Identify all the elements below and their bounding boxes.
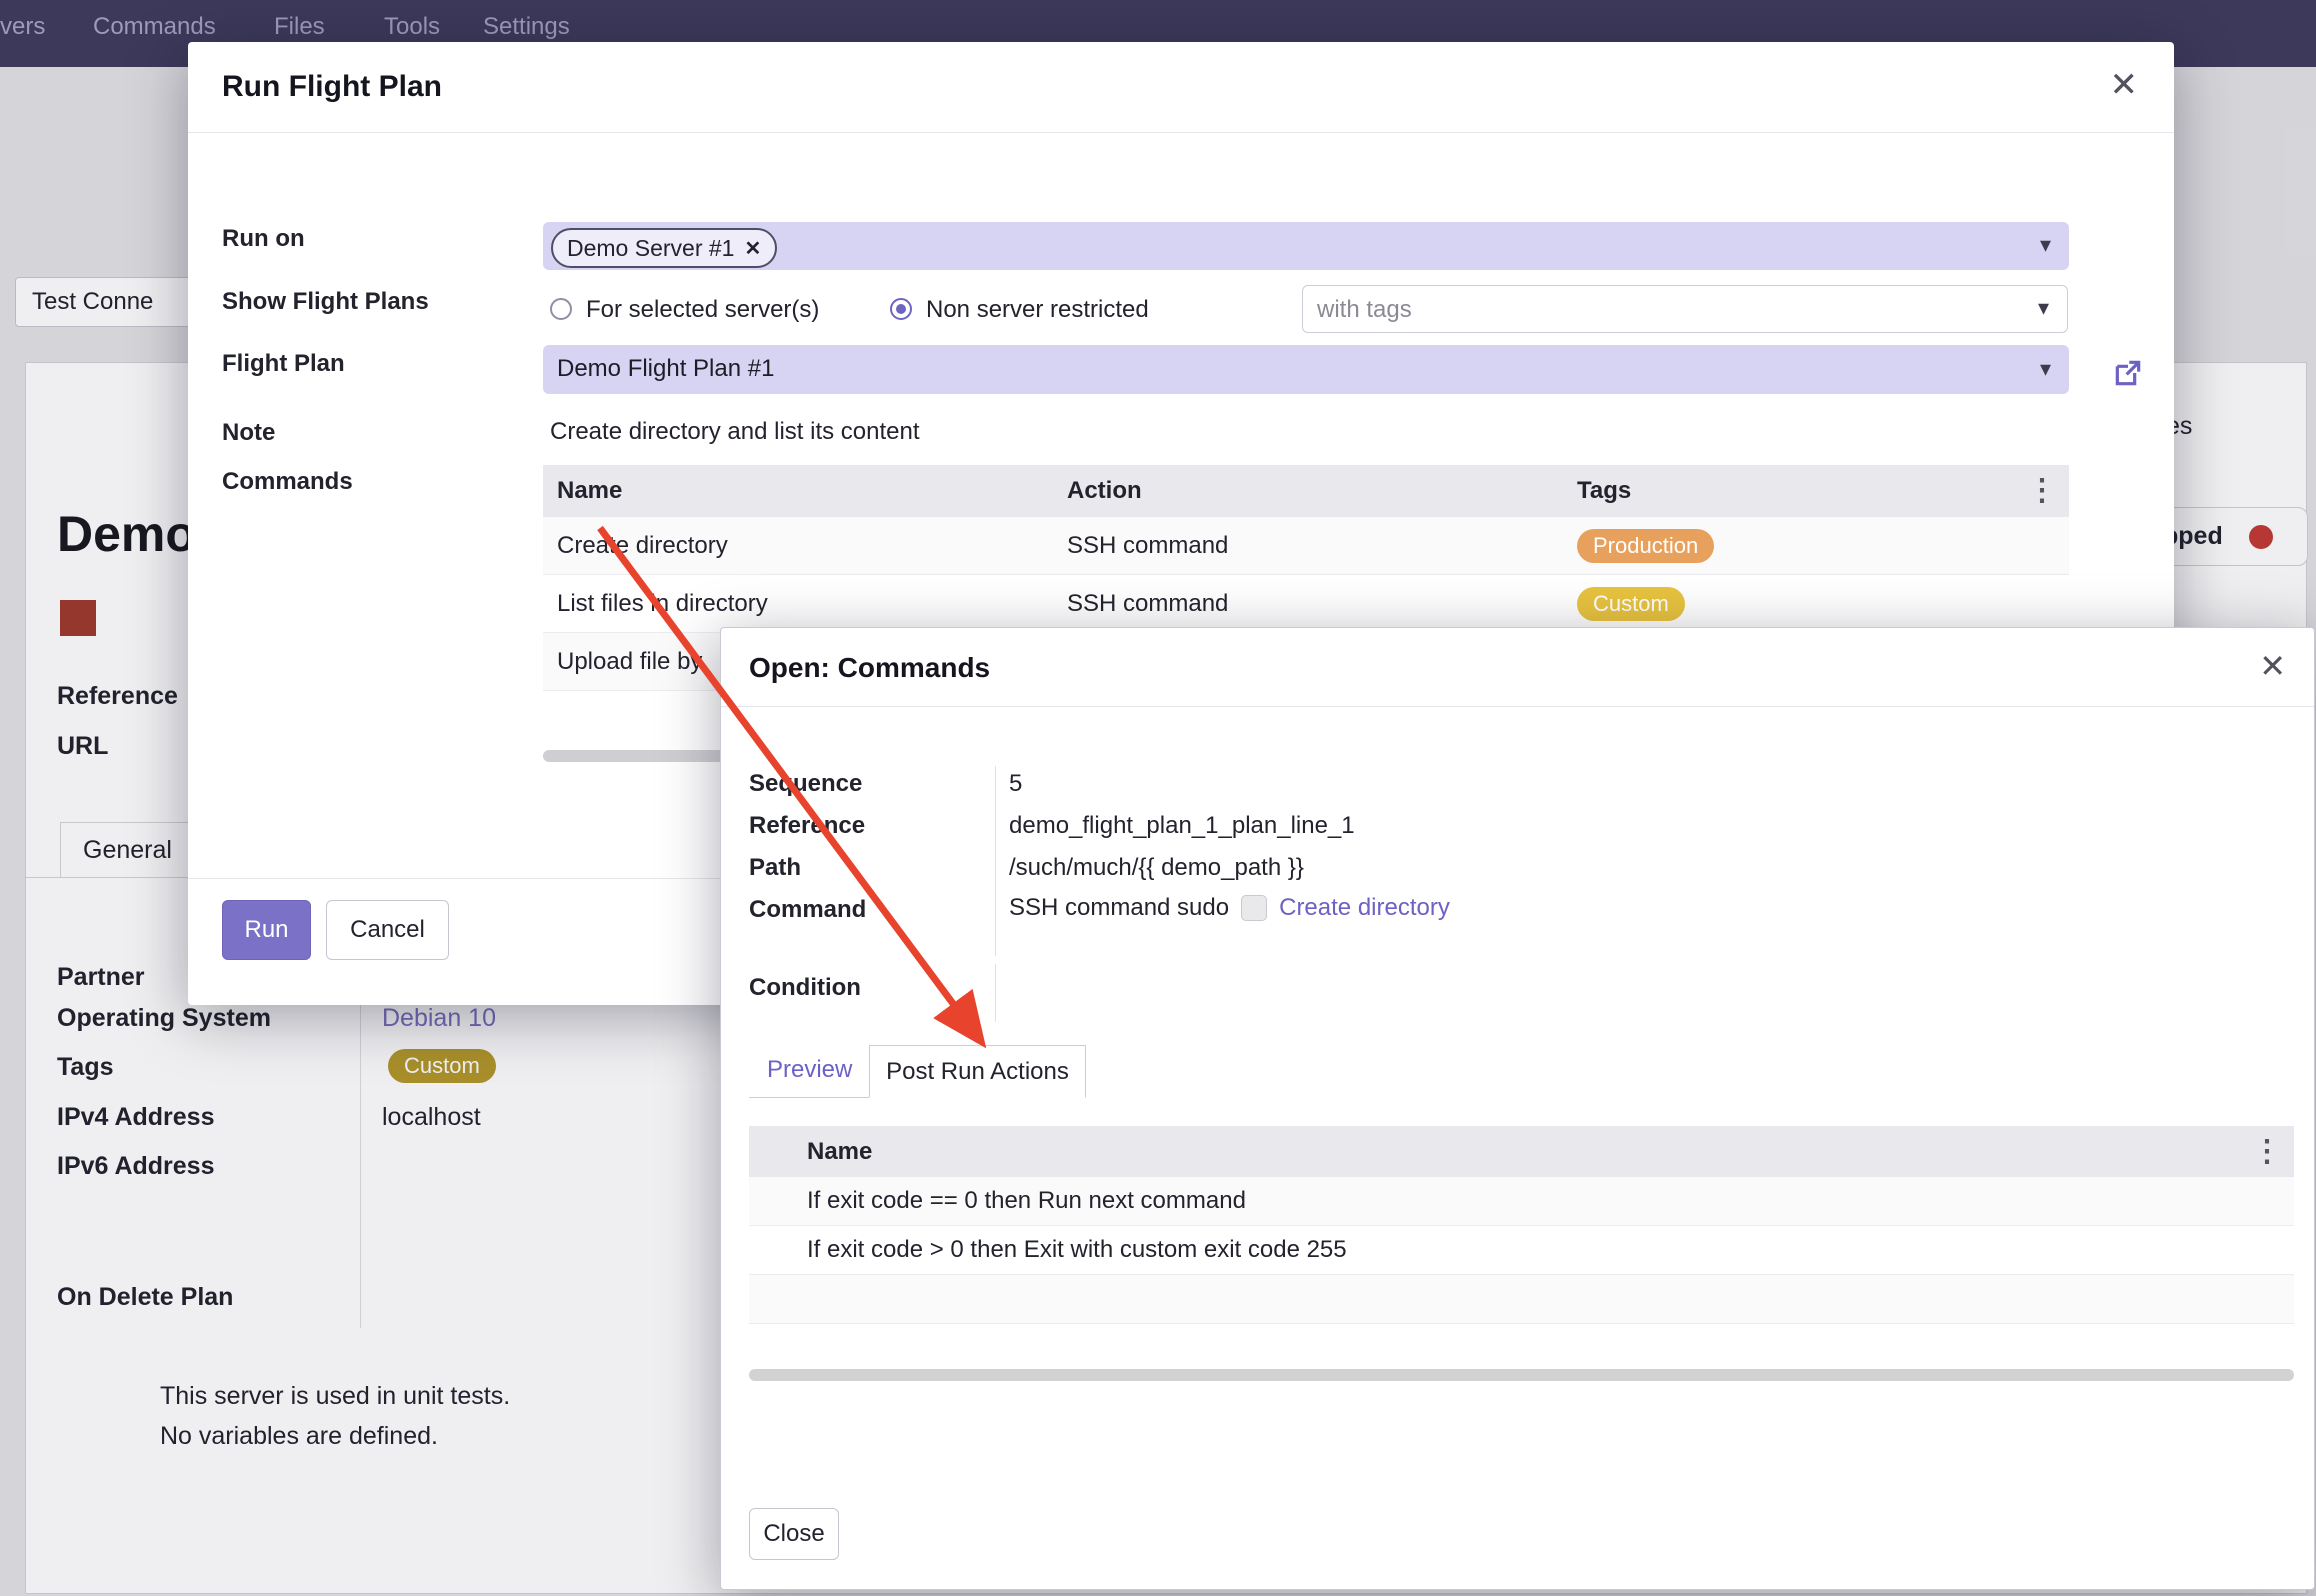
path-label: Path: [749, 854, 801, 882]
open-commands-modal: Open: Commands ✕ Sequence 5 Reference de…: [720, 627, 2315, 1590]
modal-header-divider: [188, 132, 2174, 133]
field-column-divider: [995, 964, 996, 1022]
create-directory-checkbox[interactable]: [1241, 895, 1267, 921]
run-button[interactable]: Run: [222, 900, 311, 960]
close-button[interactable]: Close: [749, 1508, 839, 1560]
kebab-menu-icon[interactable]: ⋮: [2252, 1137, 2282, 1167]
radio-non-server-restricted-label[interactable]: Non server restricted: [926, 296, 1149, 324]
create-directory-link[interactable]: Create directory: [1279, 894, 1450, 922]
flight-plan-value: Demo Flight Plan #1: [557, 355, 774, 383]
reference-label: Reference: [749, 812, 865, 840]
table-row[interactable]: Create directory SSH command Production: [543, 517, 2069, 575]
column-header-tags[interactable]: Tags: [1563, 477, 2069, 505]
tag-badge-custom: Custom: [1577, 587, 1685, 621]
column-header-name[interactable]: Name: [807, 1138, 2294, 1166]
column-header-name[interactable]: Name: [543, 477, 1053, 505]
tag-badge-production: Production: [1577, 529, 1714, 563]
modal-header-divider: [721, 706, 2314, 707]
row-name: If exit code > 0 then Exit with custom e…: [807, 1236, 2294, 1264]
command-label: Command: [749, 896, 866, 924]
radio-selected-servers[interactable]: [550, 298, 572, 320]
row-action: SSH command: [1053, 532, 1563, 560]
radio-selected-servers-label[interactable]: For selected server(s): [586, 296, 819, 324]
remove-icon[interactable]: ✕: [744, 236, 761, 261]
cancel-button[interactable]: Cancel: [326, 900, 449, 960]
command-value: SSH command sudo: [1009, 894, 1229, 922]
with-tags-select[interactable]: with tags ▾: [1302, 285, 2068, 333]
commands-label: Commands: [222, 468, 353, 496]
screen: vers Commands Files Tools Settings Test …: [0, 0, 2316, 1596]
tab-bar-divider: [749, 1097, 870, 1098]
server-chip-label: Demo Server #1: [567, 235, 734, 262]
chevron-down-icon: ▾: [2040, 232, 2051, 258]
post-run-actions-table: Name ⋮ If exit code == 0 then Run next c…: [749, 1126, 2294, 1324]
server-chip[interactable]: Demo Server #1 ✕: [551, 228, 777, 268]
close-icon[interactable]: ✕: [2110, 68, 2139, 102]
close-icon[interactable]: ✕: [2259, 650, 2286, 682]
note-label: Note: [222, 419, 275, 447]
chevron-down-icon: ▾: [2040, 355, 2051, 381]
plan-description: Create directory and list its content: [550, 418, 920, 446]
run-on-label: Run on: [222, 225, 305, 253]
chevron-down-icon: ▾: [2038, 295, 2049, 321]
kebab-menu-icon[interactable]: ⋮: [2027, 476, 2057, 506]
condition-label: Condition: [749, 974, 861, 1002]
with-tags-placeholder: with tags: [1317, 296, 1412, 324]
table-row-empty: [749, 1275, 2294, 1324]
horizontal-scrollbar[interactable]: [749, 1369, 2294, 1381]
table-row[interactable]: If exit code == 0 then Run next command: [749, 1177, 2294, 1226]
table-row[interactable]: If exit code > 0 then Exit with custom e…: [749, 1226, 2294, 1275]
sequence-value: 5: [1009, 770, 1022, 798]
row-action: SSH command: [1053, 590, 1563, 618]
reference-value: demo_flight_plan_1_plan_line_1: [1009, 812, 1355, 840]
row-name: Create directory: [543, 532, 1053, 560]
tab-post-run-actions[interactable]: Post Run Actions: [869, 1045, 1086, 1098]
table-row[interactable]: List files in directory SSH command Cust…: [543, 575, 2069, 633]
row-name: List files in directory: [543, 590, 1053, 618]
run-on-server-select[interactable]: Demo Server #1 ✕ ▾: [543, 222, 2069, 270]
flight-plan-select[interactable]: Demo Flight Plan #1 ▾: [543, 345, 2069, 394]
sequence-label: Sequence: [749, 770, 862, 798]
column-header-action[interactable]: Action: [1053, 477, 1563, 505]
show-flight-plans-label: Show Flight Plans: [222, 288, 429, 316]
run-modal-title: Run Flight Plan: [222, 70, 442, 104]
flight-plan-label: Flight Plan: [222, 350, 345, 378]
tab-preview[interactable]: Preview: [767, 1056, 852, 1084]
radio-non-server-restricted[interactable]: [890, 298, 912, 320]
commands-modal-title: Open: Commands: [749, 652, 990, 684]
external-link-icon[interactable]: [2112, 357, 2144, 389]
row-name: If exit code == 0 then Run next command: [807, 1187, 2294, 1215]
path-value: /such/much/{{ demo_path }}: [1009, 854, 1304, 882]
field-column-divider: [995, 766, 996, 956]
